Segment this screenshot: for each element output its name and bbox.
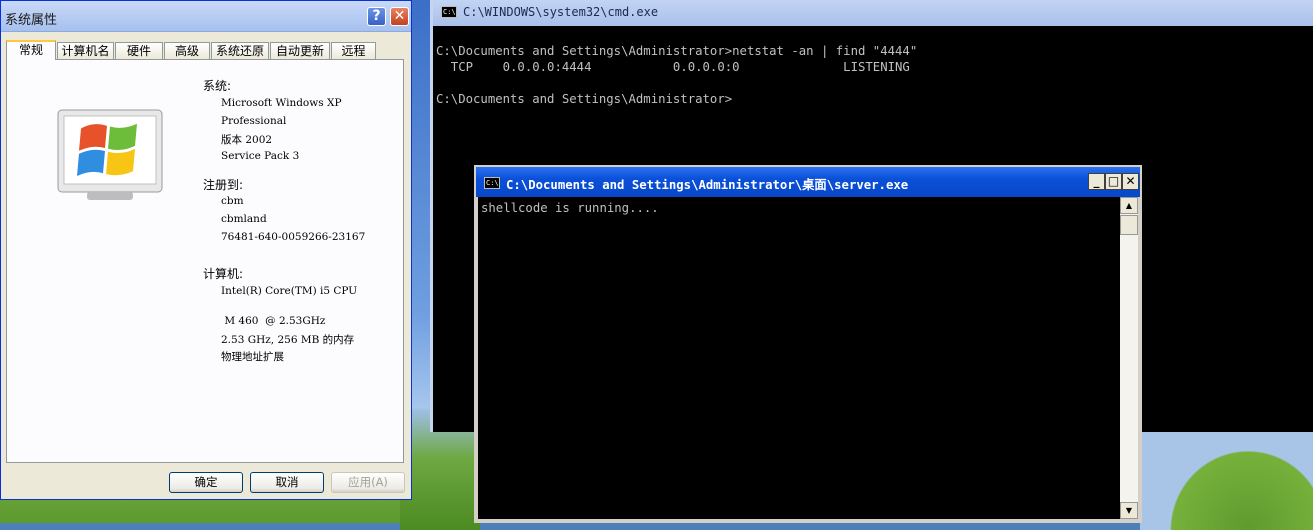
apply-button[interactable]: 应用(A)	[331, 472, 405, 493]
cmd-prompt-line[interactable]: C:\Documents and Settings\Administrator>	[436, 92, 732, 106]
cmd-titlebar[interactable]: C:\ C:\WINDOWS\system32\cmd.exe	[433, 0, 1313, 26]
server-titlebar[interactable]: C:\ C:\Documents and Settings\Administra…	[476, 167, 1140, 197]
registered-organization: cbmland	[221, 213, 267, 225]
ok-button[interactable]: 确定	[169, 472, 243, 493]
os-version: 版本 2002	[221, 134, 273, 146]
system-properties-titlebar[interactable]: 系统属性 ? ✕	[1, 1, 411, 32]
tab-hardware[interactable]: 硬件	[115, 42, 163, 59]
cmd-line: C:\Documents and Settings\Administrator>…	[436, 44, 918, 58]
vertical-scrollbar[interactable]: ▲ ▼	[1120, 197, 1138, 519]
cmd-line: TCP 0.0.0.0:4444 0.0.0.0:0 LISTENING	[436, 60, 910, 74]
scroll-thumb[interactable]	[1120, 215, 1138, 235]
product-id: 76481-640-0059266-23167	[221, 231, 366, 243]
tab-remote[interactable]: 远程	[331, 42, 376, 59]
computer-heading: 计算机:	[203, 267, 244, 281]
close-button[interactable]: ✕	[390, 7, 409, 26]
os-edition: Professional	[221, 115, 287, 127]
scroll-up-button[interactable]: ▲	[1120, 197, 1138, 214]
system-heading: 系统:	[203, 79, 232, 93]
os-service-pack: Service Pack 3	[221, 150, 300, 162]
system-properties-title: 系统属性	[5, 13, 58, 28]
os-name: Microsoft Windows XP	[221, 97, 342, 109]
cpu-memory: 2.53 GHz, 256 MB 的内存	[221, 334, 355, 346]
server-cmd-icon: C:\	[484, 177, 500, 189]
minimize-button[interactable]: _	[1088, 173, 1105, 190]
server-output-line: shellcode is running....	[481, 201, 659, 215]
tab-automatic-updates[interactable]: 自动更新	[270, 42, 330, 59]
tab-advanced[interactable]: 高级	[164, 42, 210, 59]
desktop-hill-right	[1140, 420, 1313, 530]
windows-logo-monitor-icon	[57, 109, 163, 200]
physical-address-extension: 物理地址扩展	[221, 351, 284, 363]
cmd-title: C:\WINDOWS\system32\cmd.exe	[463, 5, 659, 19]
tab-general[interactable]: 常规	[6, 40, 56, 60]
registered-user: cbm	[221, 195, 244, 207]
server-close-button[interactable]: ✕	[1122, 173, 1139, 190]
cancel-button[interactable]: 取消	[250, 472, 324, 493]
scroll-down-button[interactable]: ▼	[1120, 502, 1138, 519]
help-button[interactable]: ?	[367, 7, 386, 26]
registered-heading: 注册到:	[203, 178, 244, 192]
maximize-button[interactable]: □	[1105, 173, 1122, 190]
server-console[interactable]: shellcode is running....	[478, 197, 1120, 519]
cpu-line-1: Intel(R) Core(TM) i5 CPU	[221, 285, 358, 297]
tab-system-restore[interactable]: 系统还原	[211, 42, 269, 59]
tab-computer-name[interactable]: 计算机名	[57, 42, 114, 59]
cmd-icon: C:\	[441, 6, 457, 18]
server-window: C:\ C:\Documents and Settings\Administra…	[474, 165, 1142, 523]
server-title: C:\Documents and Settings\Administrator\…	[506, 178, 909, 192]
cpu-line-2: M 460 @ 2.53GHz	[221, 315, 326, 327]
system-properties-dialog: 系统属性 ? ✕ 常规 计算机名 硬件 高级 系统还原 自动更新 远程 系统: …	[0, 0, 412, 500]
